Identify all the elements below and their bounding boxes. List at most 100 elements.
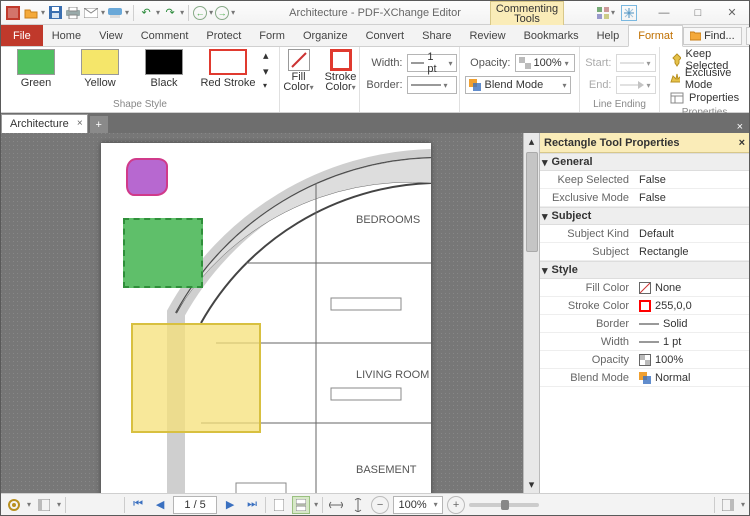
vertical-scrollbar[interactable]: ▴ ▾: [523, 133, 539, 493]
collapse-icon: ▾: [542, 264, 548, 277]
border-combo[interactable]: ▾: [407, 76, 457, 94]
menu-review[interactable]: Review: [460, 25, 514, 46]
layout-cont-icon[interactable]: [292, 496, 310, 514]
fit-width-icon[interactable]: [327, 496, 345, 514]
annot-green-rect[interactable]: [123, 218, 203, 288]
save-icon[interactable]: [47, 5, 63, 21]
close-tab-icon[interactable]: ×: [77, 118, 83, 129]
options-icon[interactable]: [5, 496, 23, 514]
panels-icon[interactable]: [35, 496, 53, 514]
prop-width[interactable]: 1 pt: [635, 333, 749, 350]
menu-organize[interactable]: Organize: [294, 25, 357, 46]
cat-style[interactable]: ▾Style: [540, 261, 749, 279]
launch-icon[interactable]: [621, 5, 637, 21]
prop-subject[interactable]: Rectangle: [635, 243, 749, 260]
tabs-close-icon[interactable]: ×: [731, 121, 749, 133]
close-button[interactable]: ✕: [715, 2, 749, 24]
zoom-in-icon[interactable]: +: [447, 496, 465, 514]
cat-subject[interactable]: ▾Subject: [540, 207, 749, 225]
new-tab-button[interactable]: +: [90, 116, 108, 133]
document-canvas[interactable]: BEDROOMS LIVING ROOM BASEMENT ▴ ▾: [1, 133, 539, 493]
checker-icon: [639, 354, 651, 366]
no-fill-icon: [639, 282, 651, 294]
pin-icon: [670, 53, 681, 67]
menu-help[interactable]: Help: [588, 25, 629, 46]
undo-icon[interactable]: ↶: [138, 5, 154, 21]
annot-yellow-rect[interactable]: [131, 323, 261, 433]
dropdown-caret-icon[interactable]: ▾: [209, 8, 213, 17]
menu-form[interactable]: Form: [250, 25, 294, 46]
nav-fwd-icon[interactable]: →: [215, 6, 229, 20]
minimize-button[interactable]: —: [647, 2, 681, 24]
prop-subject-kind[interactable]: Default: [635, 225, 749, 242]
nav-back-icon[interactable]: ←: [193, 6, 207, 20]
opacity-combo[interactable]: 100%▾: [515, 54, 575, 72]
menu-view[interactable]: View: [90, 25, 132, 46]
file-tab[interactable]: File: [1, 25, 43, 46]
menu-convert[interactable]: Convert: [357, 25, 414, 46]
dropdown-caret-icon[interactable]: ▾: [41, 8, 45, 17]
prev-page-icon[interactable]: ◀: [151, 496, 169, 514]
menu-share[interactable]: Share: [413, 25, 460, 46]
ui-options-icon[interactable]: ▾: [596, 6, 615, 20]
exclusive-mode-toggle[interactable]: Exclusive Mode: [666, 70, 743, 88]
menu-home[interactable]: Home: [43, 25, 90, 46]
style-red-stroke[interactable]: Red Stroke: [199, 49, 257, 89]
close-panel-icon[interactable]: ×: [739, 137, 745, 149]
prop-stroke[interactable]: 255,0,0: [635, 297, 749, 314]
fill-color-button[interactable]: Fill Color▾: [281, 49, 317, 93]
fit-page-icon[interactable]: [349, 496, 367, 514]
scan-icon[interactable]: [107, 5, 123, 21]
width-combo[interactable]: 1 pt▾: [407, 54, 457, 72]
prop-fill[interactable]: None: [635, 279, 749, 296]
zoom-handle[interactable]: [501, 500, 509, 510]
cat-general[interactable]: ▾General: [540, 153, 749, 171]
style-yellow[interactable]: Yellow: [71, 49, 129, 89]
menu-bookmarks[interactable]: Bookmarks: [515, 25, 588, 46]
zoom-slider[interactable]: [469, 503, 539, 507]
properties-button[interactable]: Properties: [666, 89, 743, 107]
open-icon[interactable]: [23, 5, 39, 21]
stroke-color-button[interactable]: Stroke Color▾: [323, 49, 359, 93]
blend-mode-button[interactable]: Blend Mode▾: [465, 76, 571, 94]
next-page-icon[interactable]: ▶: [221, 496, 239, 514]
style-black[interactable]: Black: [135, 49, 193, 89]
search-button[interactable]: Search...: [746, 27, 750, 45]
zoom-out-icon[interactable]: −: [371, 496, 389, 514]
annot-cloud[interactable]: [126, 158, 168, 196]
style-green[interactable]: Green: [7, 49, 65, 89]
page-field[interactable]: 1 / 5: [173, 496, 217, 514]
last-page-icon[interactable]: ⏭: [243, 496, 261, 514]
menu-protect[interactable]: Protect: [197, 25, 250, 46]
mail-icon[interactable]: [83, 5, 99, 21]
print-icon[interactable]: [65, 5, 81, 21]
prop-blend[interactable]: Normal: [635, 369, 749, 386]
dropdown-caret-icon[interactable]: ▾: [231, 8, 235, 17]
scroll-up-icon[interactable]: ▴: [529, 135, 535, 148]
scroll-up-icon[interactable]: ▴: [263, 49, 273, 62]
panels-right-icon[interactable]: [719, 496, 737, 514]
scroll-down-icon[interactable]: ▾: [529, 478, 535, 491]
line-icon: [639, 323, 659, 325]
zoom-field[interactable]: 100%▾: [393, 496, 443, 514]
menu-format[interactable]: Format: [628, 25, 683, 47]
menu-comment[interactable]: Comment: [132, 25, 198, 46]
properties-panel: Rectangle Tool Properties× ▾General Keep…: [539, 133, 749, 493]
first-page-icon[interactable]: ⏮: [129, 496, 147, 514]
dropdown-caret-icon[interactable]: ▾: [125, 8, 129, 17]
redo-icon[interactable]: ↷: [162, 5, 178, 21]
expand-icon[interactable]: ▾: [263, 81, 273, 90]
prop-opacity[interactable]: 100%: [635, 351, 749, 368]
prop-exclusive[interactable]: False: [635, 189, 749, 206]
dropdown-caret-icon[interactable]: ▾: [180, 8, 184, 17]
layout-single-icon[interactable]: [270, 496, 288, 514]
prop-border[interactable]: Solid: [635, 315, 749, 332]
maximize-button[interactable]: □: [681, 2, 715, 24]
scroll-down-icon[interactable]: ▾: [263, 65, 273, 78]
scroll-thumb[interactable]: [526, 152, 538, 252]
find-button[interactable]: Find...: [683, 27, 742, 45]
doc-tab-architecture[interactable]: Architecture×: [1, 114, 88, 133]
dropdown-caret-icon[interactable]: ▾: [101, 8, 105, 17]
dropdown-caret-icon[interactable]: ▾: [156, 8, 160, 17]
prop-keep-selected[interactable]: False: [635, 171, 749, 188]
